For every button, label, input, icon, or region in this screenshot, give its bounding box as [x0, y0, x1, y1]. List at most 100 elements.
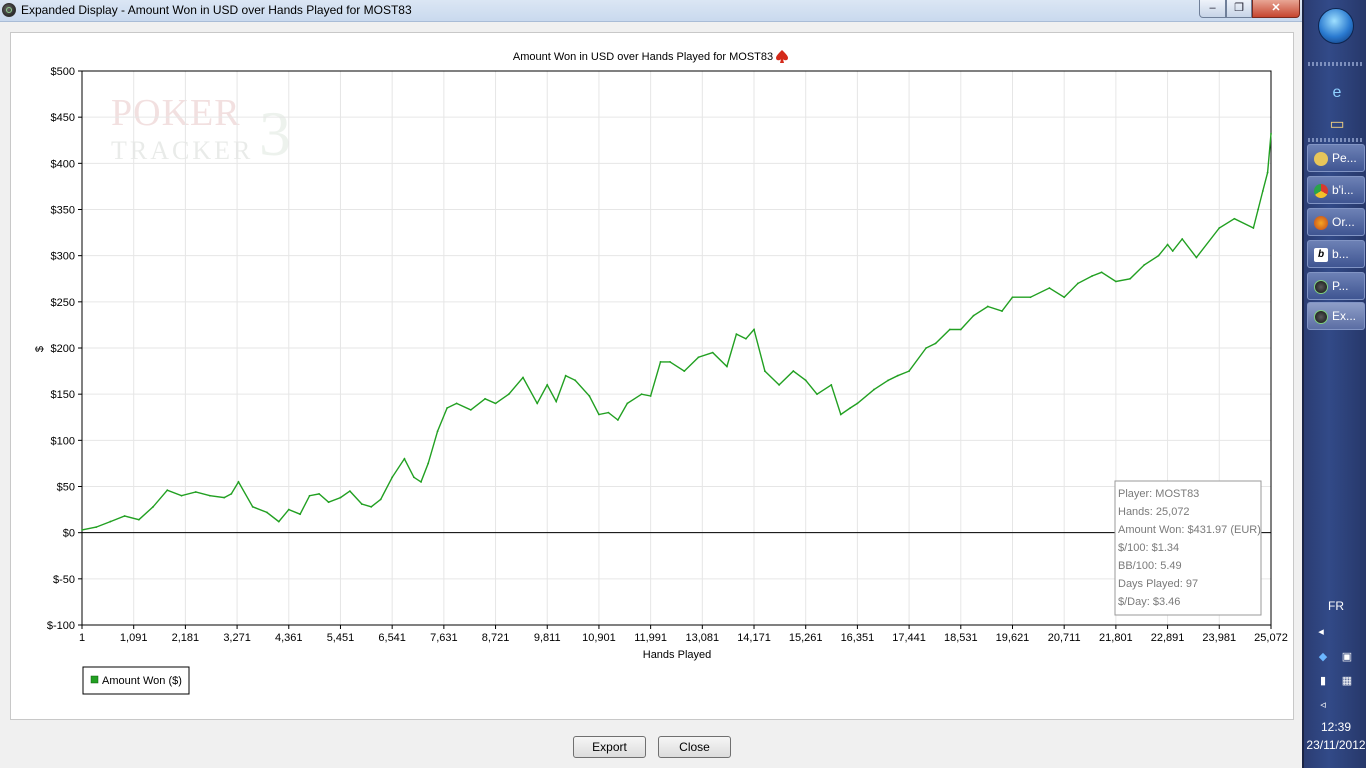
data-point	[287, 508, 290, 511]
windows-start-icon[interactable]	[1318, 8, 1354, 44]
power-icon[interactable]: ▮	[1316, 675, 1330, 687]
data-point	[455, 402, 458, 405]
maximize-button[interactable]: ❐	[1226, 0, 1252, 18]
taskbar-item-poker-tracker[interactable]: P...	[1307, 272, 1365, 300]
x-tick-label: 11,991	[634, 632, 667, 644]
data-point	[1218, 227, 1221, 229]
data-point	[209, 494, 211, 497]
x-axis-label: Hands Played	[643, 649, 712, 661]
close-button[interactable]: Close	[658, 736, 731, 758]
data-point	[887, 379, 890, 382]
legend: Amount Won ($)	[82, 666, 190, 695]
taskbar-grip[interactable]	[1308, 62, 1364, 66]
data-point	[683, 370, 686, 372]
data-point	[546, 384, 549, 386]
language-indicator[interactable]: FR	[1304, 599, 1366, 613]
show-hidden-icons-icon[interactable]: ◂	[1314, 626, 1328, 638]
watermark-line1: POKER	[111, 92, 241, 134]
data-point	[697, 356, 700, 359]
data-point	[753, 328, 755, 331]
data-point	[839, 413, 842, 416]
data-point	[1257, 208, 1260, 211]
data-point	[95, 526, 98, 529]
data-point	[849, 407, 852, 409]
data-point	[152, 505, 154, 508]
data-point	[745, 337, 747, 340]
x-tick-label: 14,171	[737, 632, 771, 644]
data-point	[484, 397, 486, 400]
data-point	[522, 376, 524, 379]
data-point	[908, 370, 910, 372]
chart: POKER TRACKER 3 1 1,091 2,181 3,271 4,361 5,4…	[34, 50, 1288, 695]
x-tick-label: 7,631	[430, 632, 458, 644]
legend-swatch	[90, 675, 99, 684]
windows-explorer-icon[interactable]: ▭	[1328, 116, 1346, 134]
taskbar-item-b-app[interactable]: b b...	[1307, 240, 1365, 268]
data-point	[934, 342, 937, 345]
taskbar-grip-2[interactable]	[1308, 138, 1364, 142]
data-point	[616, 419, 619, 421]
data-point	[574, 379, 577, 382]
chart-panel: POKER TRACKER 3 1 1,091 2,181 3,271 4,361 5,4…	[10, 32, 1294, 720]
data-point	[299, 513, 302, 516]
folder-icon	[1314, 152, 1328, 166]
data-point	[726, 365, 728, 368]
x-tick-label: 6,541	[378, 632, 406, 644]
volume-icon[interactable]: ◃	[1316, 699, 1330, 711]
data-point	[180, 494, 183, 497]
taskbar-item-label: P...	[1332, 279, 1349, 293]
data-point	[972, 314, 975, 317]
data-point	[804, 379, 807, 382]
data-point	[1063, 296, 1066, 299]
y-tick-label: $450	[51, 112, 75, 124]
x-axis-ticks: 1 1,091 2,181 3,271 4,361 5,451 6,541 7,631 8,72…	[79, 625, 1288, 644]
close-window-button[interactable]: ✕	[1252, 0, 1300, 18]
data-point	[564, 374, 567, 377]
taskbar-item-firefox[interactable]: Or...	[1307, 208, 1365, 236]
data-point	[420, 480, 422, 483]
data-point	[81, 528, 83, 531]
data-point	[1076, 282, 1079, 285]
watermark: POKER TRACKER 3	[111, 92, 291, 169]
export-button[interactable]: Export	[573, 736, 646, 758]
info-days-played: Days Played: 97	[1118, 578, 1198, 590]
internet-explorer-icon[interactable]: e	[1328, 84, 1346, 102]
y-tick-label: $350	[51, 205, 75, 217]
y-tick-label: $500	[51, 66, 75, 78]
taskbar-item-chrome[interactable]: b'i...	[1307, 176, 1365, 204]
dropbox-icon[interactable]: ◆	[1316, 651, 1330, 663]
data-point	[598, 413, 600, 416]
title-bar[interactable]: Expanded Display - Amount Won in USD ove…	[0, 0, 1302, 22]
red-spade-icon	[776, 50, 788, 63]
chrome-icon	[1314, 184, 1328, 198]
minimize-button[interactable]: –	[1199, 0, 1226, 18]
taskbar-item-expanded-display[interactable]: Ex...	[1307, 302, 1365, 330]
clock-time[interactable]: 12:39	[1304, 720, 1366, 734]
poker-tracker-icon	[1314, 280, 1328, 294]
x-tick-label: 10,901	[582, 632, 616, 644]
watermark-badge: 3	[259, 98, 291, 169]
data-point	[360, 503, 363, 505]
b-app-icon: b	[1314, 248, 1328, 262]
app-icon	[2, 3, 16, 17]
y-tick-label: $0	[63, 528, 75, 540]
network-icon[interactable]: ▣	[1340, 651, 1354, 663]
clock-date[interactable]: 23/11/2012	[1304, 738, 1366, 752]
x-tick-label: 25,072	[1254, 632, 1288, 644]
x-tick-label: 16,351	[841, 632, 875, 644]
data-point	[873, 388, 875, 391]
data-point	[649, 395, 652, 397]
taskbar-item-folder[interactable]: Pe...	[1307, 144, 1365, 172]
data-point	[1195, 256, 1198, 259]
x-tick-label: 21,801	[1099, 632, 1133, 644]
x-tick-label: 18,531	[944, 632, 978, 644]
action-center-icon[interactable]: ▦	[1340, 675, 1354, 687]
data-point	[137, 518, 140, 521]
y-tick-label: $-100	[47, 620, 75, 632]
info-player: Player: MOST83	[1118, 488, 1199, 500]
data-point	[669, 360, 671, 363]
y-tick-label: $150	[51, 389, 75, 401]
data-point	[446, 407, 449, 409]
data-point	[403, 457, 406, 460]
data-point	[792, 370, 795, 372]
